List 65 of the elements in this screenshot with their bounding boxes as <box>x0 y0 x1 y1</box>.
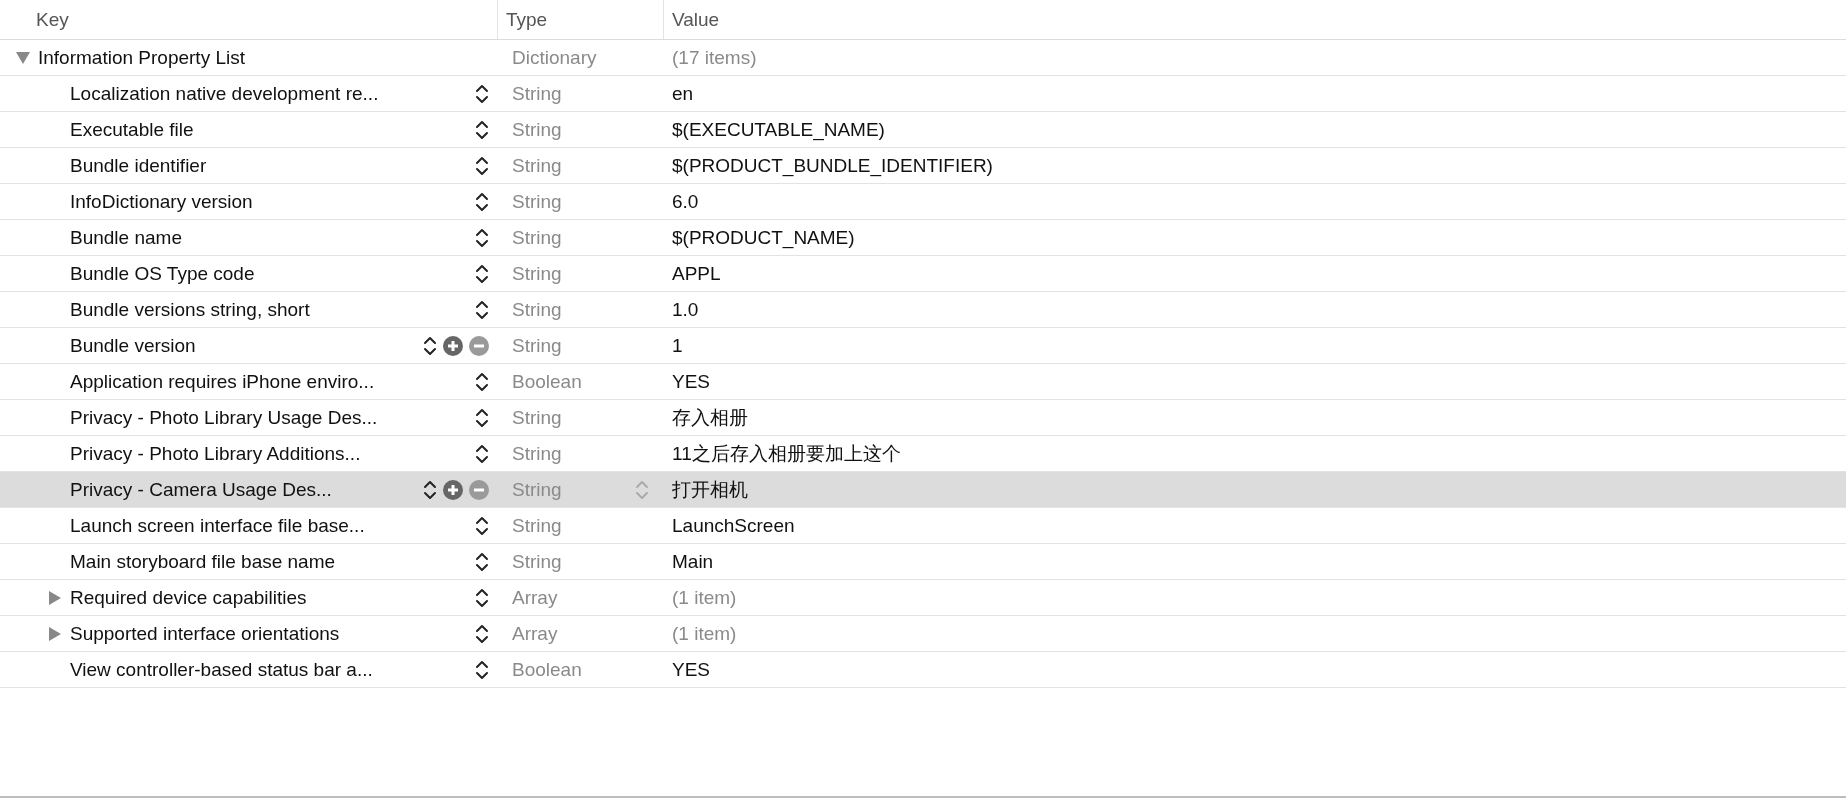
key-label: Privacy - Photo Library Usage Des... <box>70 406 379 429</box>
key-label: Main storyboard file base name <box>70 550 337 573</box>
key-label: Required device capabilities <box>70 586 308 609</box>
value-label: (17 items) <box>671 46 758 69</box>
disclosure-triangle-icon[interactable] <box>16 50 30 65</box>
key-label: Bundle version <box>70 334 197 357</box>
value-label: 1.0 <box>671 298 700 321</box>
key-label: Bundle OS Type code <box>70 262 256 285</box>
type-label: String <box>512 262 562 285</box>
value-label: (1 item) <box>671 586 738 609</box>
value-label: (1 item) <box>671 622 738 645</box>
key-label: Application requires iPhone enviro... <box>70 370 376 393</box>
type-label: String <box>512 514 562 537</box>
key-label: Bundle versions string, short <box>70 298 311 321</box>
type-label: String <box>512 154 562 177</box>
value-label: 打开相机 <box>671 477 749 502</box>
key-label: Bundle identifier <box>70 154 208 177</box>
value-label: 6.0 <box>671 190 700 213</box>
type-label: String <box>512 190 562 213</box>
value-label: YES <box>671 658 712 681</box>
remove-icon[interactable] <box>469 335 489 356</box>
value-label: 11之后存入相册要加上这个 <box>671 441 902 466</box>
key-label: Information Property List <box>38 46 246 69</box>
type-label: String <box>512 550 562 573</box>
type-label: String <box>512 82 562 105</box>
key-label: Supported interface orientations <box>70 622 341 645</box>
value-label: 存入相册 <box>671 405 749 430</box>
column-header[interactable]: Value <box>663 0 1846 39</box>
add-icon[interactable] <box>443 335 463 356</box>
key-label: Bundle name <box>70 226 183 249</box>
value-label: YES <box>671 370 712 393</box>
type-label: Array <box>512 622 558 645</box>
value-label: $(PRODUCT_BUNDLE_IDENTIFIER) <box>671 154 994 177</box>
key-label: Localization native development re... <box>70 82 380 105</box>
type-label: Boolean <box>512 370 582 393</box>
value-label: 1 <box>671 334 684 357</box>
disclosure-triangle-icon[interactable] <box>48 626 62 641</box>
disclosure-triangle-icon[interactable] <box>48 590 62 605</box>
key-label: View controller-based status bar a... <box>70 658 374 681</box>
value-label: Main <box>671 550 715 573</box>
type-label: String <box>512 478 562 501</box>
type-label: String <box>512 406 562 429</box>
type-label: Array <box>512 586 558 609</box>
type-label: Dictionary <box>512 46 597 69</box>
type-label: String <box>512 118 562 141</box>
column-header[interactable]: Key <box>0 0 497 39</box>
type-label: String <box>512 442 562 465</box>
remove-icon[interactable] <box>469 479 489 500</box>
add-icon[interactable] <box>443 479 463 500</box>
column-header[interactable]: Type <box>497 0 663 39</box>
key-label: Privacy - Camera Usage Des... <box>70 478 333 501</box>
value-label: en <box>671 82 695 105</box>
key-label: Executable file <box>70 118 195 141</box>
type-label: String <box>512 334 562 357</box>
key-label: Launch screen interface file base... <box>70 514 366 537</box>
plist-row[interactable]: Privacy - Camera Usage Des... String 打开相机 <box>0 472 1846 508</box>
type-label: String <box>512 298 562 321</box>
value-label: APPL <box>671 262 722 285</box>
value-label: LaunchScreen <box>671 514 796 537</box>
value-label: $(EXECUTABLE_NAME) <box>671 118 886 141</box>
type-label: String <box>512 226 562 249</box>
key-label: Privacy - Photo Library Additions... <box>70 442 362 465</box>
value-label: $(PRODUCT_NAME) <box>671 226 856 249</box>
key-label: InfoDictionary version <box>70 190 254 213</box>
type-label: Boolean <box>512 658 582 681</box>
